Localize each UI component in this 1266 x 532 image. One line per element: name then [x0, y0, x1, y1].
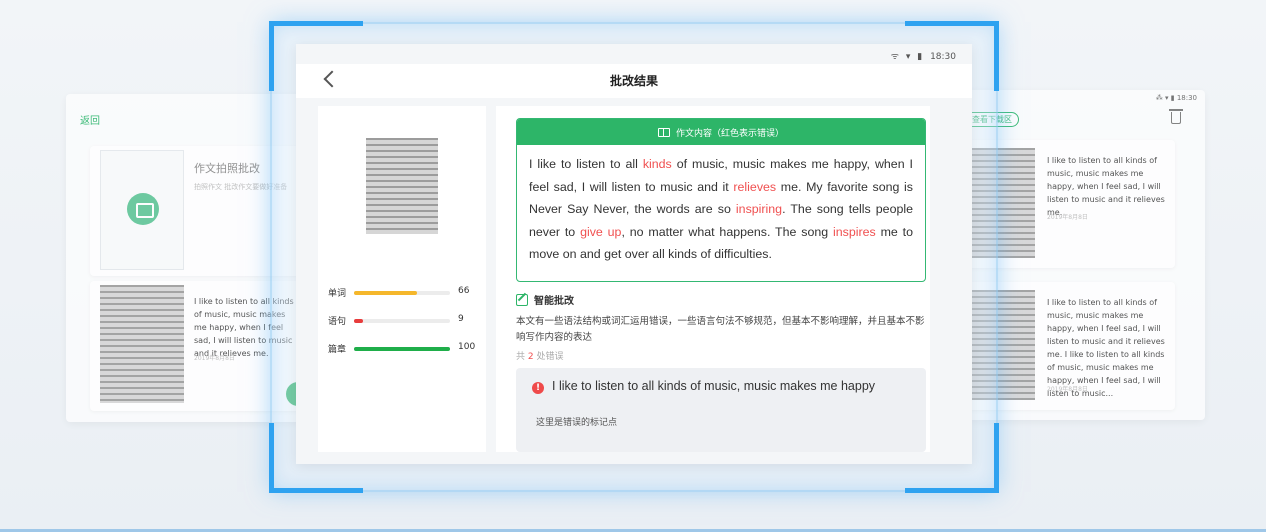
- score-panel: 单词 66 语句 9 篇章 100: [318, 106, 486, 452]
- stat-bar-fill: [354, 347, 450, 351]
- photo-correct-card[interactable]: 作文拍照批改 拍照作文 批改作文要做好准备: [90, 146, 300, 276]
- history-date: 2019年8月8日: [1047, 214, 1088, 221]
- trash-icon[interactable]: [1169, 109, 1183, 124]
- photo-card-title: 作文拍照批改: [194, 162, 260, 175]
- error-sentence: I like to listen to all kinds of music, …: [552, 379, 876, 393]
- error-count-prefix: 共: [516, 352, 526, 362]
- stat-value: 66: [458, 286, 470, 296]
- status-bar: ᯤ ▾ ▮ 18:30: [891, 49, 956, 62]
- stat-bar-track: [354, 291, 450, 295]
- smart-review-title: 智能批改: [516, 292, 574, 307]
- page-title: 批改结果: [609, 74, 658, 88]
- essay-segment: I like to listen to all: [529, 157, 643, 171]
- error-hint: 这里是错误的标记点: [536, 418, 618, 428]
- stat-bar-fill: [354, 319, 363, 323]
- error-count: 共 2 处错误: [516, 349, 564, 362]
- stat-value: 100: [458, 342, 476, 352]
- history-date: 2019年8月8日: [1047, 386, 1088, 393]
- result-screen: ᯤ ▾ ▮ 18:30 批改结果 单词 66 语句 9 篇章 100 作文内容（…: [296, 44, 972, 464]
- error-word: inspires: [833, 224, 876, 239]
- book-icon: [657, 127, 670, 137]
- camera-icon: [127, 193, 159, 225]
- stat-row-sentence: 语句 9: [328, 314, 478, 328]
- essay-segment: , no matter what happens. The song: [621, 224, 834, 239]
- essay-header-label: 作文内容（红色表示错误）: [675, 128, 784, 139]
- stat-label: 单词: [328, 289, 347, 299]
- error-alert-icon: !: [532, 382, 544, 394]
- essay-thumbnail: [100, 285, 184, 403]
- error-word: give up: [580, 224, 622, 239]
- status-bar-right: ⁂ ▾ ▮ 18:30: [1155, 94, 1197, 102]
- essay-photo-thumbnail[interactable]: [366, 138, 438, 234]
- essay-header: 作文内容（红色表示错误）: [517, 119, 925, 145]
- error-count-suffix: 处错误: [536, 352, 564, 362]
- stat-bar-track: [354, 319, 450, 323]
- history-snippet: I like to listen to all kinds of music, …: [1047, 156, 1165, 217]
- edit-icon: [516, 293, 528, 306]
- essay-box: 作文内容（红色表示错误） I like to listen to all kin…: [516, 118, 926, 282]
- app-header: 批改结果: [296, 64, 972, 98]
- stat-row-word: 单词 66: [328, 286, 478, 300]
- error-word: inspiring: [735, 202, 783, 216]
- history-date: 2019年8月8日: [194, 355, 235, 362]
- smart-review-label: 智能批改: [534, 296, 574, 307]
- stat-bar-track: [354, 347, 450, 351]
- error-word: kinds: [642, 157, 672, 171]
- stat-label: 篇章: [328, 345, 347, 355]
- review-content: 作文内容（红色表示错误） I like to listen to all kin…: [496, 106, 930, 452]
- stat-label: 语句: [328, 317, 347, 327]
- history-panel-right: ⁂ ▾ ▮ 18:30 查看下载区 I like to listen to al…: [965, 90, 1205, 420]
- back-link[interactable]: 返回: [80, 112, 100, 127]
- essay-text: I like to listen to all kinds of music, …: [517, 145, 925, 266]
- status-time: 18:30: [930, 52, 956, 62]
- status-icons: ᯤ ▾ ▮: [890, 52, 925, 62]
- error-item[interactable]: ! I like to listen to all kinds of music…: [516, 368, 926, 452]
- smart-review-text: 本文有一些语法结构或词汇运用错误，一些语言句法不够规范，但基本不影响理解，并且基…: [516, 316, 925, 343]
- error-count-number: 2: [527, 352, 534, 362]
- stat-bar-fill: [354, 291, 418, 295]
- history-card[interactable]: I like to listen to all kinds of music, …: [90, 281, 300, 411]
- error-word: relieves: [733, 179, 777, 194]
- stat-row-passage: 篇章 100: [328, 342, 478, 356]
- camera-placeholder[interactable]: [100, 150, 184, 270]
- stat-value: 9: [458, 314, 464, 324]
